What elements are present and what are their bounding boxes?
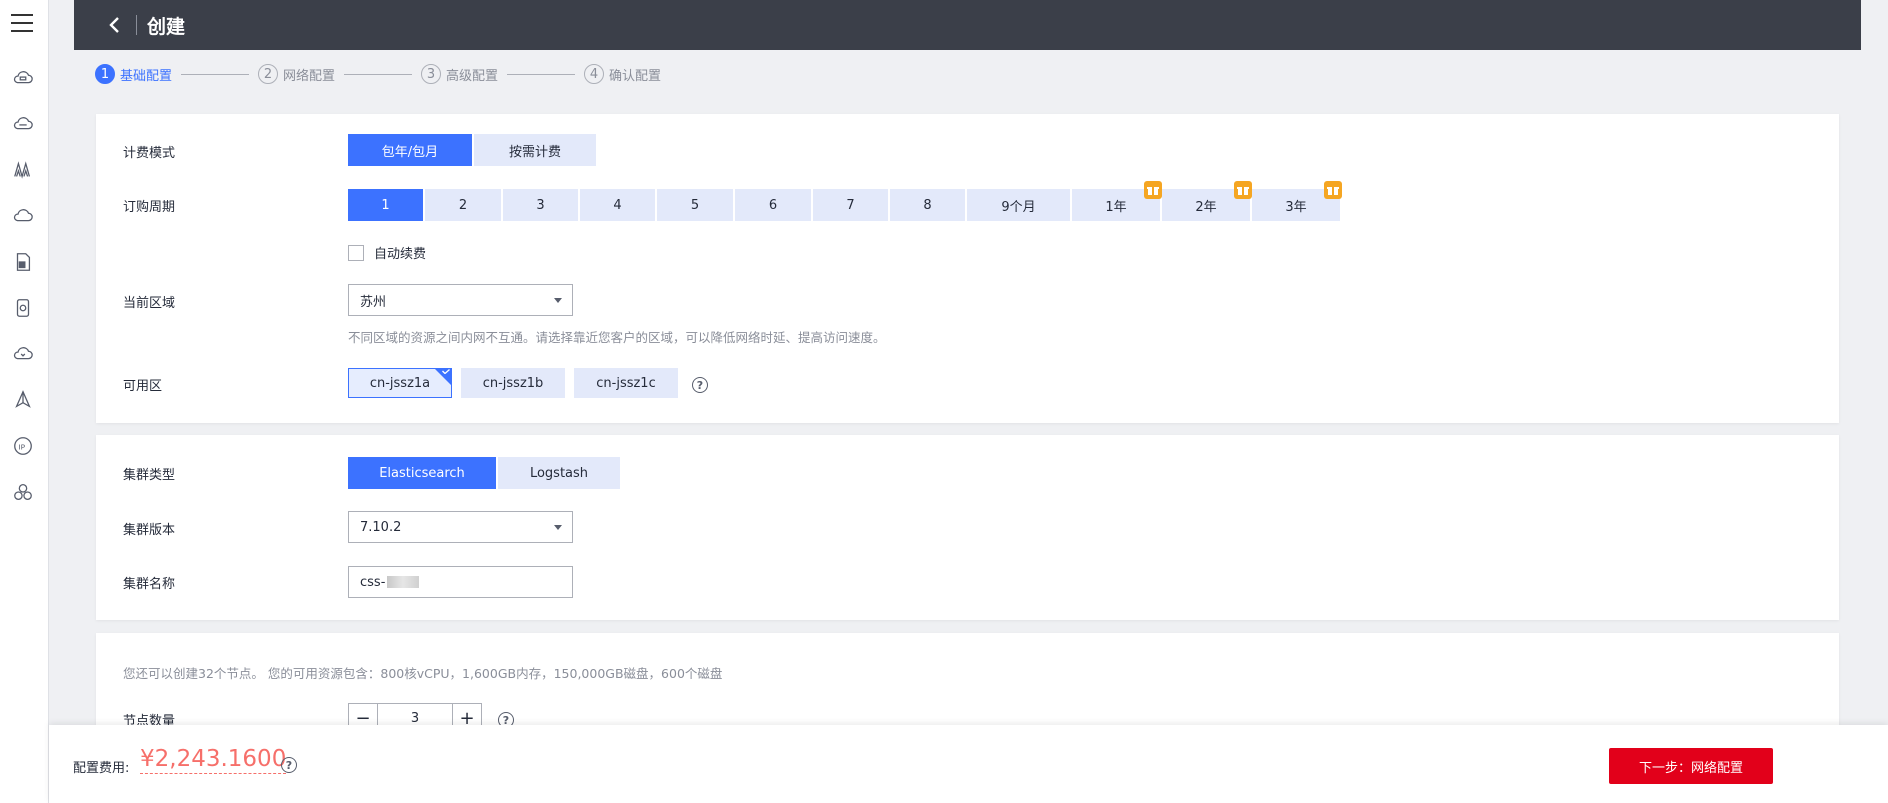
auto-renew-label: 自动续费 xyxy=(374,247,427,262)
node-quota-hint: 您还可以创建32个节点。 您的可用资源包含：800核vCPU，1,600GB内存… xyxy=(123,666,723,681)
check-icon xyxy=(442,369,450,374)
auto-renew-checkbox[interactable] xyxy=(348,244,364,261)
period-option-5[interactable]: 5 xyxy=(657,189,733,221)
cluster-type-logstash[interactable]: Logstash xyxy=(498,457,620,489)
cluster-version-select[interactable]: 7.10.2 xyxy=(348,511,573,543)
az-option-cn-jssz1c[interactable]: cn-jssz1c xyxy=(574,368,678,398)
cluster-icon[interactable] xyxy=(11,480,35,504)
cluster-name-input[interactable]: css- xyxy=(348,566,573,598)
az-label: 可用区 xyxy=(123,379,163,394)
ip-icon[interactable]: IP xyxy=(11,434,35,458)
az-option-text: cn-jssz1b xyxy=(482,375,544,391)
redacted-text xyxy=(387,576,420,588)
chevron-left-icon xyxy=(109,17,119,33)
period-option-7[interactable]: 7 xyxy=(813,189,888,221)
period-label: 订购周期 xyxy=(123,200,176,215)
cluster-name-label: 集群名称 xyxy=(123,577,176,592)
step-connector xyxy=(344,73,413,75)
period-option-9-months[interactable]: 9个月 xyxy=(967,189,1070,221)
next-step-button[interactable]: 下一步：网络配置 xyxy=(1609,748,1773,784)
az-option-text: cn-jssz1c xyxy=(596,375,656,391)
auto-renew-row: 自动续费 xyxy=(348,243,426,262)
step-confirm-config: 4 确认配置 xyxy=(584,64,661,84)
footer-bar: 配置费用: ¥2,243.1600 ? 下一步：网络配置 xyxy=(49,725,1888,803)
cloud-ecs-icon[interactable] xyxy=(11,112,35,136)
az-option-cn-jssz1a[interactable]: cn-jssz1a xyxy=(348,368,452,398)
region-select[interactable]: 苏州 xyxy=(348,284,573,316)
network-icon[interactable] xyxy=(11,158,35,182)
cluster-type-selector: Elasticsearch Logstash xyxy=(348,457,622,489)
period-option-6[interactable]: 6 xyxy=(735,189,811,221)
region-value: 苏州 xyxy=(360,294,387,310)
step-number: 2 xyxy=(258,64,279,84)
sidebar: IP xyxy=(0,0,49,803)
az-option-text: cn-jssz1a xyxy=(369,375,431,391)
cluster-settings-panel: 集群类型 Elasticsearch Logstash 集群版本 7.10.2 … xyxy=(96,435,1839,620)
step-advanced-config: 3 高级配置 xyxy=(421,64,498,84)
period-option-2-years[interactable]: 2年 xyxy=(1162,181,1252,221)
cost-value[interactable]: ¥2,243.1600 xyxy=(140,745,287,774)
period-selector: 1 2 3 4 5 6 7 8 9个月 1年 2年 3年 xyxy=(348,181,1342,221)
gift-icon xyxy=(1324,181,1342,199)
region-hint: 不同区域的资源之间内网不互通。请选择靠近您客户的区域，可以降低网络时延、提高访问… xyxy=(348,330,886,345)
wizard-steps: 1 基础配置 2 网络配置 3 高级配置 4 确认配置 xyxy=(95,62,661,86)
period-option-1-year[interactable]: 1年 xyxy=(1072,181,1162,221)
storage-icon[interactable] xyxy=(11,296,35,320)
cluster-type-label: 集群类型 xyxy=(123,468,176,483)
period-option-2[interactable]: 2 xyxy=(425,189,501,221)
back-button[interactable] xyxy=(98,8,132,42)
period-option-3[interactable]: 3 xyxy=(503,189,578,221)
step-label: 网络配置 xyxy=(283,68,336,84)
period-option-text: 3年 xyxy=(1285,199,1307,215)
cluster-name-value: css- xyxy=(360,574,386,590)
period-option-text: 1年 xyxy=(1105,199,1127,215)
step-connector xyxy=(181,73,250,75)
page-header: 创建 xyxy=(74,0,1861,50)
cluster-type-elasticsearch[interactable]: Elasticsearch xyxy=(348,457,496,489)
step-number: 1 xyxy=(95,64,115,84)
cluster-version-value: 7.10.2 xyxy=(360,519,402,535)
step-number: 3 xyxy=(421,64,442,84)
billing-option-pay-per-use[interactable]: 按需计费 xyxy=(474,134,596,166)
basic-settings-panel: 计费模式 包年/包月 按需计费 订购周期 1 2 3 4 5 6 7 8 9个月… xyxy=(96,114,1839,423)
help-icon[interactable]: ? xyxy=(281,757,297,773)
scrollbar[interactable] xyxy=(1880,0,1888,725)
cluster-version-label: 集群版本 xyxy=(123,523,176,538)
caret-down-icon xyxy=(554,525,562,530)
step-label: 高级配置 xyxy=(446,68,499,84)
cloud-icon[interactable] xyxy=(11,204,35,228)
period-option-4[interactable]: 4 xyxy=(580,189,655,221)
gift-icon xyxy=(1144,181,1162,199)
help-icon[interactable]: ? xyxy=(692,377,708,393)
page-title: 创建 xyxy=(147,15,186,38)
gift-icon xyxy=(1234,181,1252,199)
period-option-3-years[interactable]: 3年 xyxy=(1252,181,1342,221)
billing-mode-selector: 包年/包月 按需计费 xyxy=(348,134,598,166)
document-icon[interactable] xyxy=(11,250,35,274)
billing-mode-label: 计费模式 xyxy=(123,146,176,161)
step-network-config: 2 网络配置 xyxy=(258,64,335,84)
cost-label: 配置费用: xyxy=(73,761,130,776)
step-number: 4 xyxy=(584,64,605,84)
region-label: 当前区域 xyxy=(123,296,176,311)
step-connector xyxy=(507,73,576,75)
header-divider xyxy=(136,15,137,35)
menu-icon[interactable] xyxy=(11,14,33,36)
period-option-text: 2年 xyxy=(1195,199,1217,215)
cloud-server-icon[interactable] xyxy=(11,66,35,90)
az-option-cn-jssz1b[interactable]: cn-jssz1b xyxy=(461,368,565,398)
step-label: 确认配置 xyxy=(609,68,662,84)
caret-down-icon xyxy=(554,298,562,303)
step-basic-config: 1 基础配置 xyxy=(95,64,172,84)
svg-text:IP: IP xyxy=(18,443,25,452)
period-option-8[interactable]: 8 xyxy=(890,189,965,221)
period-option-1[interactable]: 1 xyxy=(348,189,423,221)
step-label: 基础配置 xyxy=(120,68,173,84)
deploy-icon[interactable] xyxy=(11,388,35,412)
cloud-sync-icon[interactable] xyxy=(11,342,35,366)
billing-option-yearly-monthly[interactable]: 包年/包月 xyxy=(348,134,472,166)
